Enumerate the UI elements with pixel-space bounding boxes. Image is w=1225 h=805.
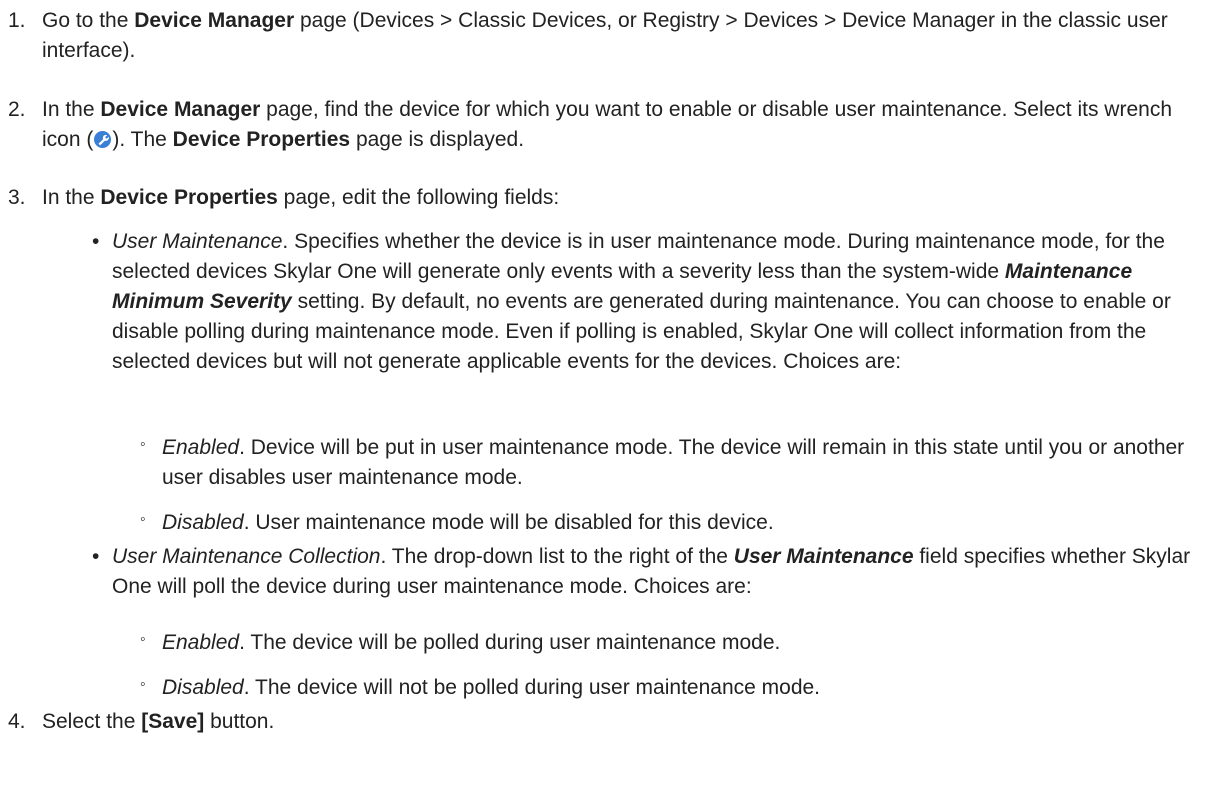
step-text: In the Device Properties page, edit the … <box>42 183 1215 213</box>
page-name: Device Properties <box>100 186 278 209</box>
choice-disabled: ◦ Disabled. User maintenance mode will b… <box>0 508 1225 538</box>
choice-text: . The device will not be polled during u… <box>243 676 821 699</box>
choice-disabled: ◦ Disabled. The device will not be polle… <box>0 673 1225 703</box>
step-text-part: page, edit the following fields: <box>277 186 560 209</box>
step-number: 1. <box>8 9 26 32</box>
step-text: Select the [Save] button. <box>42 707 1215 737</box>
choice-name: Enabled <box>162 436 240 459</box>
page-name: Device Manager <box>134 9 295 32</box>
button-name: [Save] <box>141 710 205 733</box>
step-text-part: page is displayed. <box>350 128 525 151</box>
choice-description: Disabled. User maintenance mode will be … <box>162 508 1212 538</box>
page-name: Device Properties <box>172 128 351 151</box>
choice-text: . Device will be put in user maintenance… <box>162 436 1185 489</box>
step-text-part: button. <box>204 710 275 733</box>
step-text-part: In the <box>42 186 101 209</box>
step-2: 2. In the Device Manager page, find the … <box>0 95 1215 155</box>
choice-text: . User maintenance mode will be disabled… <box>243 511 774 534</box>
page-name: Device Manager <box>100 98 261 121</box>
subbullet-ring: ◦ <box>140 511 146 528</box>
field-text-part: . The drop-down list to the right of the <box>380 545 734 568</box>
bullet-dot: • <box>92 230 100 253</box>
step-number: 2. <box>8 98 26 121</box>
step-text-part: ). The <box>112 128 173 151</box>
choice-text: . The device will be polled during user … <box>239 631 781 654</box>
step-text-part: Select the <box>42 710 142 733</box>
choice-enabled: ◦ Enabled. Device will be put in user ma… <box>0 433 1225 493</box>
wrench-icon <box>94 131 112 148</box>
subbullet-ring: ◦ <box>140 676 146 693</box>
step-4: 4. Select the [Save] button. <box>0 707 1215 737</box>
step-1: 1. Go to the Device Manager page (Device… <box>0 6 1215 66</box>
field-reference: User Maintenance <box>733 545 914 568</box>
field-user-maintenance: • User Maintenance. Specifies whether th… <box>0 227 1225 377</box>
field-user-maintenance-collection: • User Maintenance Collection. The drop-… <box>0 542 1225 602</box>
step-number: 3. <box>8 186 26 209</box>
choice-name: Disabled <box>162 511 244 534</box>
step-3: 3. In the Device Properties page, edit t… <box>0 183 1215 213</box>
choice-description: Enabled. Device will be put in user main… <box>162 433 1212 493</box>
subbullet-ring: ◦ <box>140 631 146 648</box>
step-text: In the Device Manager page, find the dev… <box>42 95 1215 155</box>
choice-description: Enabled. The device will be polled durin… <box>162 628 1212 658</box>
document-page: 1. Go to the Device Manager page (Device… <box>0 0 1225 805</box>
choice-description: Disabled. The device will not be polled … <box>162 673 1212 703</box>
field-description: User Maintenance. Specifies whether the … <box>112 227 1222 377</box>
step-text-part: Go to the <box>42 9 135 32</box>
step-text: Go to the Device Manager page (Devices >… <box>42 6 1215 66</box>
choice-name: Disabled <box>162 676 244 699</box>
field-description: User Maintenance Collection. The drop-do… <box>112 542 1222 602</box>
choice-name: Enabled <box>162 631 240 654</box>
step-number: 4. <box>8 710 26 733</box>
field-name: User Maintenance <box>112 230 283 253</box>
choice-enabled: ◦ Enabled. The device will be polled dur… <box>0 628 1225 658</box>
step-text-part: In the <box>42 98 101 121</box>
field-name: User Maintenance Collection <box>112 545 381 568</box>
subbullet-ring: ◦ <box>140 436 146 453</box>
bullet-dot: • <box>92 545 100 568</box>
